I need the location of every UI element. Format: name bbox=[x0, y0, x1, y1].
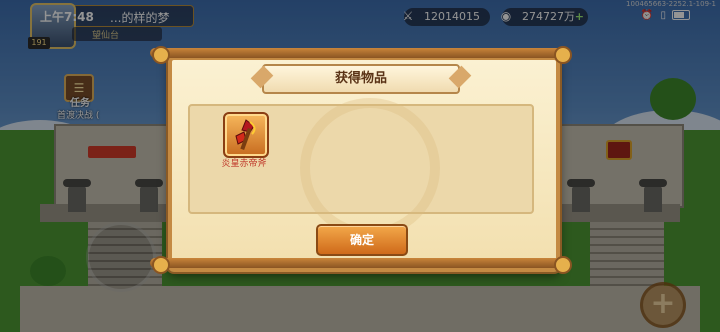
scroll-knob bbox=[152, 46, 170, 64]
scroll-rod-top bbox=[150, 48, 570, 58]
reward-item-slot[interactable] bbox=[223, 112, 269, 158]
confirm-button[interactable]: 确定 bbox=[316, 224, 408, 256]
reward-item-name: 炎皇赤帝斧 bbox=[221, 159, 267, 169]
flame-axe-icon bbox=[235, 119, 256, 151]
emblem-watermark bbox=[300, 98, 440, 238]
scroll-knob bbox=[554, 256, 572, 274]
dialog-title: 获得物品 bbox=[334, 71, 387, 86]
scroll-knob bbox=[152, 256, 170, 274]
scroll-knob bbox=[554, 46, 572, 64]
dialog-title-banner: 获得物品 bbox=[262, 64, 460, 94]
scroll-rod-bottom bbox=[150, 258, 570, 268]
